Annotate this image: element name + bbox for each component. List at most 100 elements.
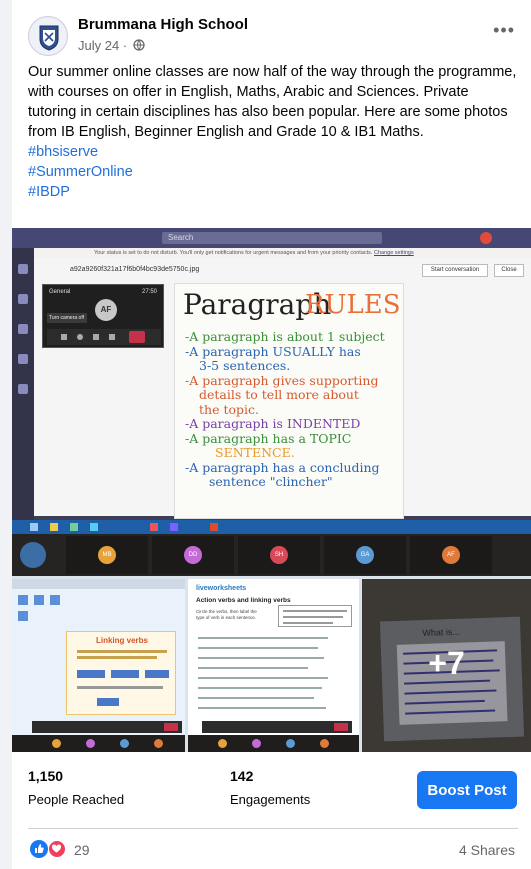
post-author[interactable]: Brummana High School — [78, 16, 248, 33]
more-photos-count[interactable]: +7 — [362, 645, 531, 682]
call-timer: 27:50 — [141, 289, 157, 295]
globe-icon — [133, 39, 145, 51]
dnd-notice-text: Your status is set to do not disturb. Yo… — [94, 250, 373, 256]
app-toolbar — [12, 579, 185, 589]
note-line — [283, 610, 347, 612]
taskbar-app-icon — [90, 523, 98, 531]
people-reached-value[interactable]: 1,150 — [28, 768, 63, 784]
participant-strip — [188, 735, 359, 752]
call-window: General 27:50 AF Turn camera off — [42, 284, 164, 348]
like-reaction-icon[interactable] — [30, 840, 48, 858]
photo-thumbnail[interactable]: Linking verbs — [12, 579, 185, 752]
poster-title-rules: RULES — [305, 290, 401, 320]
worksheet-brand: liveworksheets — [196, 585, 247, 592]
participant-tile: MB — [66, 536, 148, 574]
teams-icon — [18, 324, 28, 334]
participant-avatar: MB — [98, 546, 116, 564]
taskbar — [12, 520, 531, 534]
school-crest-icon — [39, 25, 59, 51]
boost-post-button[interactable]: Boost Post — [417, 771, 517, 809]
hashtag-link[interactable]: #bhsiserve — [28, 142, 518, 162]
worksheet-instructions: Circle the verbs, then label the type of… — [196, 609, 257, 620]
slide-chip — [111, 670, 139, 678]
divider — [28, 828, 518, 829]
love-reaction-icon[interactable] — [48, 840, 66, 858]
calls-icon — [18, 384, 28, 394]
worksheet-line — [198, 707, 326, 709]
taskbar-app-icon — [70, 523, 78, 531]
worksheet-line — [198, 687, 322, 689]
call-channel: General — [49, 289, 71, 295]
chat-icon — [18, 294, 28, 304]
poster-line: SENTENCE. — [215, 445, 295, 460]
main-photo[interactable]: Search Your status is set to do not dist… — [12, 228, 531, 576]
post-insights: 1,150 People Reached 142 Engagements Boo… — [12, 760, 531, 816]
call-control-bar — [202, 721, 352, 733]
activity-icon — [18, 264, 28, 274]
more-options-icon[interactable]: ••• — [493, 20, 515, 41]
teams-left-rail — [12, 248, 34, 548]
photo-thumbnail-more[interactable]: What is... +7 — [362, 579, 531, 752]
hang-up-icon — [334, 723, 348, 731]
worksheet-lines — [198, 637, 338, 717]
close-viewer-button: Close — [494, 264, 524, 277]
poster-text: -A paragraph is about 1 subject -A parag… — [185, 329, 401, 490]
hang-up-icon — [129, 331, 145, 343]
worksheet-line — [198, 697, 314, 699]
photo-thumbnail[interactable]: liveworksheets Action verbs and linking … — [188, 579, 359, 752]
participant-avatar — [52, 739, 61, 748]
worksheet-line — [198, 667, 308, 669]
participant-tile: DD — [152, 536, 234, 574]
engagements-value[interactable]: 142 — [230, 768, 253, 784]
participant-avatar — [286, 739, 295, 748]
shares-count[interactable]: 4 Shares — [459, 842, 515, 858]
participant-strip: MB DD SH GA AF — [12, 534, 531, 576]
share-icon — [93, 334, 99, 340]
post-date[interactable]: July 24 · — [78, 38, 127, 53]
avatar[interactable] — [28, 16, 68, 56]
dnd-notice: Your status is set to do not disturb. Yo… — [34, 248, 531, 258]
poster-line: details to tell more about — [199, 387, 359, 402]
self-view-icon — [20, 542, 46, 568]
post-card: Brummana High School July 24 · ••• Our s… — [12, 0, 531, 869]
anchor-chart-poster: Paragraph RULES -A paragraph is about 1 … — [174, 283, 404, 519]
people-reached-label: People Reached — [28, 792, 125, 807]
teams-search: Search — [162, 232, 382, 244]
camera-toast: Turn camera off — [47, 313, 87, 323]
participant-avatar — [86, 739, 95, 748]
ribbon-icon — [50, 595, 60, 605]
slide-chip — [145, 670, 169, 678]
hashtag-link[interactable]: #IBDP — [28, 182, 518, 202]
file-name: a92a9260f321a17f6b0f4bc93de5750c.jpg — [70, 266, 200, 273]
hang-up-icon — [164, 723, 178, 731]
participant-tile: GA — [324, 536, 406, 574]
poster-line: sentence "clincher" — [209, 474, 333, 489]
worksheet-line — [198, 677, 328, 679]
dnd-notice-link: Change settings — [373, 250, 414, 256]
caller-avatar: AF — [95, 299, 117, 321]
ribbon-icon — [34, 595, 44, 605]
worksheet-title: Action verbs and linking verbs — [196, 597, 291, 604]
participant-tile: SH — [238, 536, 320, 574]
hashtag-link[interactable]: #SummerOnline — [28, 162, 518, 182]
reactions-count[interactable]: 29 — [74, 842, 90, 858]
participant-avatar: DD — [184, 546, 202, 564]
ribbon-icon — [18, 611, 28, 621]
teams-search-text: Search — [168, 233, 194, 242]
participant-avatar — [120, 739, 129, 748]
participant-avatar: SH — [270, 546, 288, 564]
taskbar-app-icon — [50, 523, 58, 531]
post-body: Our summer online classes are now half o… — [28, 64, 517, 140]
post-meta: July 24 · — [78, 38, 145, 53]
reactions-bar: 29 4 Shares — [12, 836, 531, 866]
slide-text-line — [77, 656, 157, 659]
photo-grid: Search Your status is set to do not dist… — [12, 228, 531, 752]
taskbar-app-icon — [210, 523, 218, 531]
poster-line: -A paragraph is INDENTED — [185, 416, 361, 431]
poster-line: -A paragraph has a TOPIC — [185, 430, 352, 446]
slide-text-line — [77, 686, 163, 689]
participant-avatar: AF — [442, 546, 460, 564]
post-text: Our summer online classes are now half o… — [28, 62, 518, 202]
taskbar-app-icon — [150, 523, 158, 531]
worksheet-note-box — [278, 605, 352, 627]
